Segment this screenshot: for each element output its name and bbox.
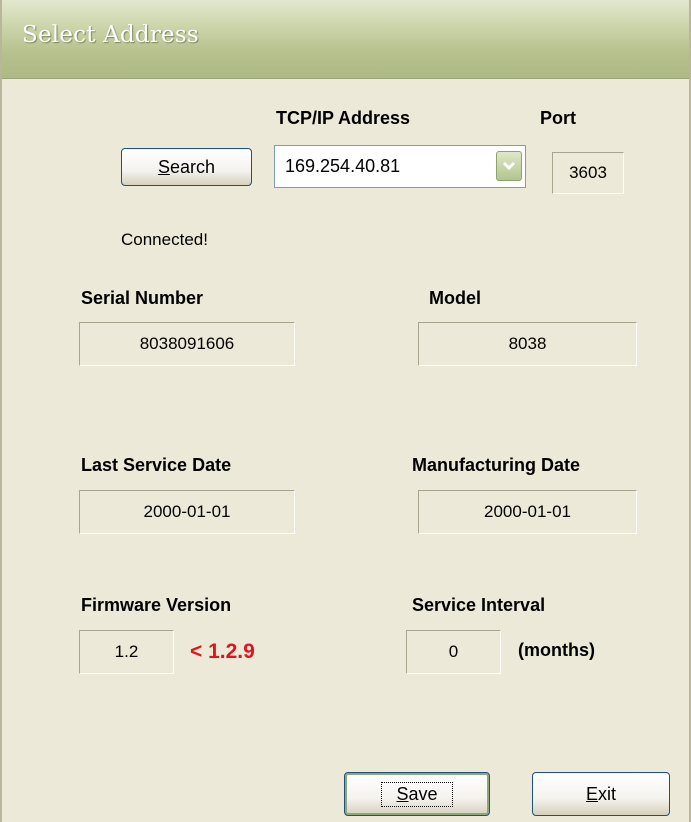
connection-status: Connected! [121,230,208,249]
port-field[interactable]: 3603 [552,152,624,194]
model-field[interactable]: 8038 [418,322,637,366]
chevron-down-icon [502,161,516,171]
select-address-dialog: Select Address TCP/IP Address Port Searc… [0,0,691,822]
address-combobox-value: 169.254.40.81 [285,156,401,176]
firmware-version-label: Firmware Version [81,595,232,615]
last-service-date-label: Last Service Date [81,455,232,475]
dropdown-button[interactable] [496,151,522,181]
search-button-label: Search [157,156,216,177]
model-label: Model [429,288,481,308]
serial-number-label: Serial Number [81,288,204,308]
tcpip-address-label: TCP/IP Address [276,108,411,128]
firmware-warning: < 1.2.9 [190,640,255,663]
address-combobox[interactable]: 169.254.40.81 [274,145,526,188]
exit-button[interactable]: Exit [532,772,670,816]
service-interval-field[interactable]: 0 [406,630,501,674]
window-title: Select Address [22,22,199,48]
port-label: Port [540,108,576,128]
last-service-date-field[interactable]: 2000-01-01 [79,490,295,534]
service-interval-unit: (months) [518,640,595,660]
firmware-version-field[interactable]: 1.2 [79,630,174,674]
serial-number-field[interactable]: 8038091606 [79,322,295,366]
service-interval-label: Service Interval [412,595,546,615]
title-bar[interactable]: Select Address [2,0,689,79]
search-button[interactable]: Search [121,148,252,186]
manufacturing-date-field[interactable]: 2000-01-01 [418,490,637,534]
save-button[interactable]: Save [344,772,490,816]
manufacturing-date-label: Manufacturing Date [412,455,581,475]
save-button-label: Save [381,781,453,807]
exit-button-label: Exit [585,783,616,804]
